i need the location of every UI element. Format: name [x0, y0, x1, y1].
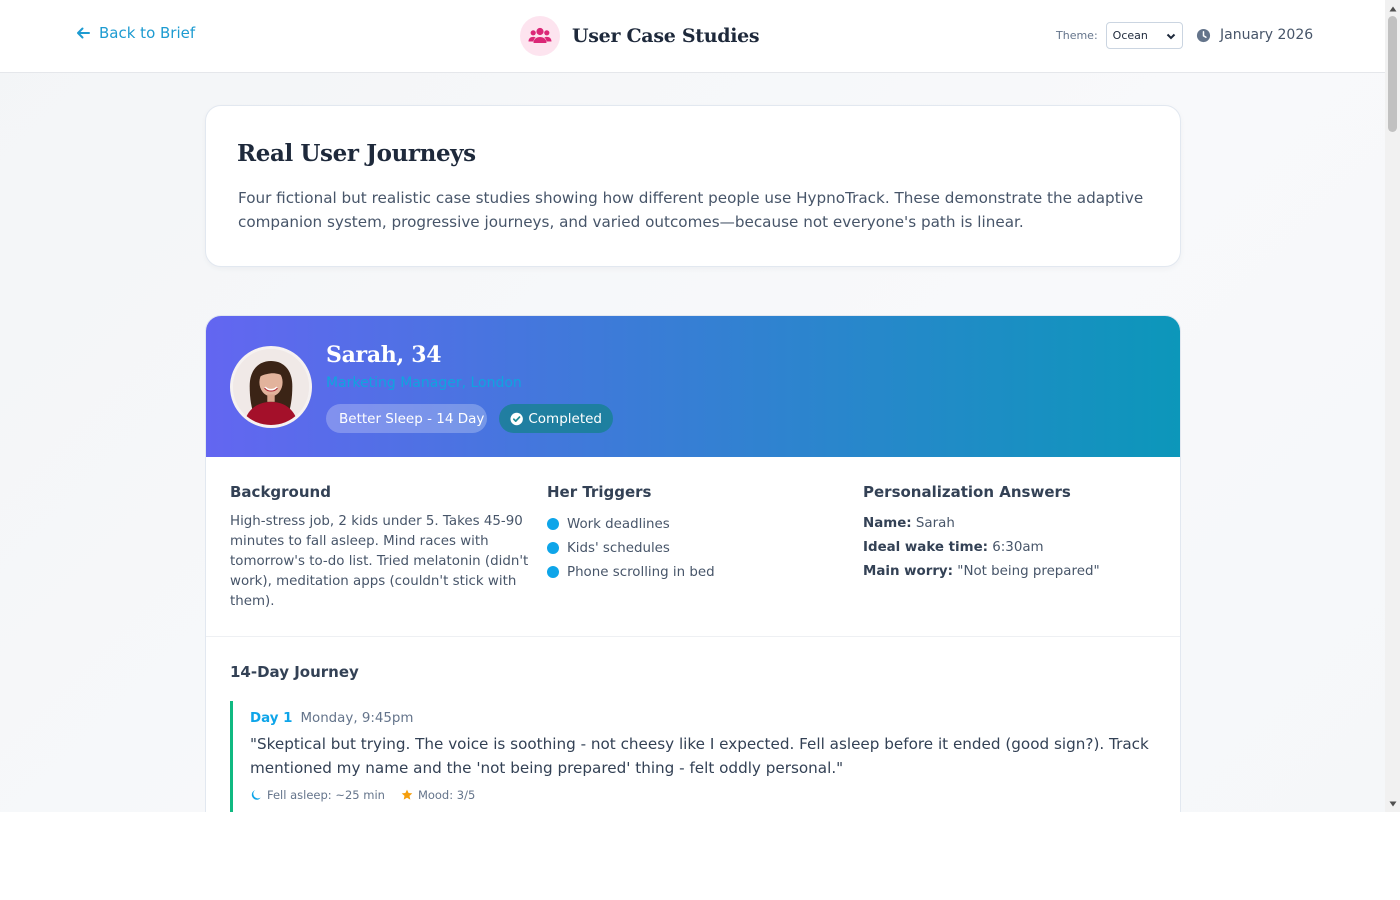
personalization-value: 6:30am: [992, 540, 1044, 555]
list-item: Kids' schedules: [547, 536, 837, 560]
sleep-stat-label: Fell asleep: ~25 min: [267, 788, 385, 802]
case-study-card: Sarah, 34 Marketing Manager, London Bett…: [205, 315, 1181, 812]
background-heading: Background: [230, 483, 331, 501]
background-text: High-stress job, 2 kids under 5. Takes 4…: [230, 514, 529, 609]
personalization-heading: Personalization Answers: [863, 483, 1071, 501]
theme-select[interactable]: Ocean: [1105, 22, 1183, 49]
program-badge-label: Better Sleep - 14 Day: [339, 410, 485, 427]
list-item: Work deadlines: [547, 512, 837, 536]
top-bar: Back to Brief User Case Studies Theme: O…: [0, 0, 1385, 73]
bullet-dot-icon: [547, 566, 559, 578]
back-to-brief-link[interactable]: Back to Brief: [75, 24, 195, 42]
check-circle-icon: [510, 412, 523, 425]
date-display: January 2026: [1196, 27, 1313, 43]
program-badge: Better Sleep - 14 Day: [326, 404, 487, 433]
sleep-stat: Fell asleep: ~25 min: [250, 788, 385, 802]
personalization-row: Ideal wake time: 6:30am: [863, 536, 1163, 560]
bullet-dot-icon: [547, 542, 559, 554]
status-badge-label: Completed: [528, 410, 602, 427]
trigger-label: Kids' schedules: [567, 540, 670, 556]
star-icon: [401, 789, 413, 800]
mood-stat-label: Mood: 3/5: [417, 788, 476, 802]
page-title: User Case Studies: [572, 25, 760, 47]
entry-day: Day 1: [250, 711, 293, 726]
person-role: Marketing Manager, London: [326, 375, 522, 391]
entry-quote: "Skeptical but trying. The voice is soot…: [250, 735, 1149, 777]
users-icon-badge: [520, 16, 560, 56]
intro-text: Four fictional but realistic case studie…: [238, 189, 1144, 231]
scrollbar-thumb[interactable]: [1388, 16, 1397, 132]
triangle-up-icon: [1389, 6, 1396, 11]
entry-stats: Fell asleep: ~25 min Mood: 3/5: [250, 788, 1160, 802]
personalization-list: Name: Sarah Ideal wake time: 6:30am Main…: [863, 512, 1163, 584]
personalization-row: Main worry: "Not being prepared": [863, 560, 1163, 584]
personalization-key: Main worry:: [863, 564, 954, 579]
page-viewport: Back to Brief User Case Studies Theme: O…: [0, 0, 1385, 812]
moon-icon: [251, 790, 261, 800]
status-badge: Completed: [499, 404, 613, 433]
personalization-section: Personalization Answers Name: Sarah Idea…: [863, 483, 1163, 584]
personalization-value: "Not being prepared": [957, 564, 1100, 579]
theme-picker: Theme: Ocean: [1056, 22, 1183, 49]
theme-select-value: Ocean: [1112, 29, 1148, 42]
vertical-scrollbar[interactable]: [1385, 0, 1400, 812]
users-icon: [528, 27, 552, 43]
avatar: [230, 346, 312, 428]
scroll-up-arrow[interactable]: [1385, 2, 1400, 15]
list-item: Phone scrolling in bed: [547, 560, 837, 584]
avatar-image: [233, 349, 309, 425]
brand: User Case Studies: [520, 16, 760, 56]
personalization-row: Name: Sarah: [863, 512, 1163, 536]
bullet-dot-icon: [547, 518, 559, 530]
intro-card: Real User Journeys Four fictional but re…: [205, 105, 1181, 267]
personalization-key: Ideal wake time:: [863, 540, 989, 555]
clock-icon: [1196, 28, 1211, 42]
mood-stat: Mood: 3/5: [401, 788, 475, 802]
date-text: January 2026: [1220, 27, 1314, 43]
case-header: Sarah, 34 Marketing Manager, London Bett…: [206, 316, 1180, 457]
chevron-down-icon: [1166, 33, 1175, 39]
person-name: Sarah, 34: [326, 342, 442, 368]
entry-time: Monday, 9:45pm: [300, 711, 414, 726]
arrow-left-icon: [77, 27, 90, 39]
journey-heading: 14-Day Journey: [230, 663, 359, 681]
entry-meta: Day 1 Monday, 9:45pm: [250, 711, 1160, 726]
scroll-down-arrow[interactable]: [1385, 797, 1400, 810]
personalization-key: Name:: [863, 516, 912, 531]
triggers-section: Her Triggers Work deadlines Kids' schedu…: [547, 483, 837, 584]
journey-entry: Day 1 Monday, 9:45pm "Skeptical but tryi…: [230, 701, 1160, 812]
case-details: Background High-stress job, 2 kids under…: [206, 457, 1180, 637]
personalization-value: Sarah: [915, 516, 955, 531]
back-link-label: Back to Brief: [99, 24, 196, 42]
triangle-down-icon: [1389, 801, 1396, 806]
intro-title: Real User Journeys: [237, 140, 476, 167]
trigger-label: Work deadlines: [567, 516, 670, 532]
triggers-heading: Her Triggers: [547, 483, 652, 501]
triggers-list: Work deadlines Kids' schedules Phone scr…: [547, 512, 837, 584]
trigger-label: Phone scrolling in bed: [567, 564, 715, 580]
background-section: Background High-stress job, 2 kids under…: [230, 483, 530, 612]
theme-label: Theme:: [1056, 29, 1098, 42]
